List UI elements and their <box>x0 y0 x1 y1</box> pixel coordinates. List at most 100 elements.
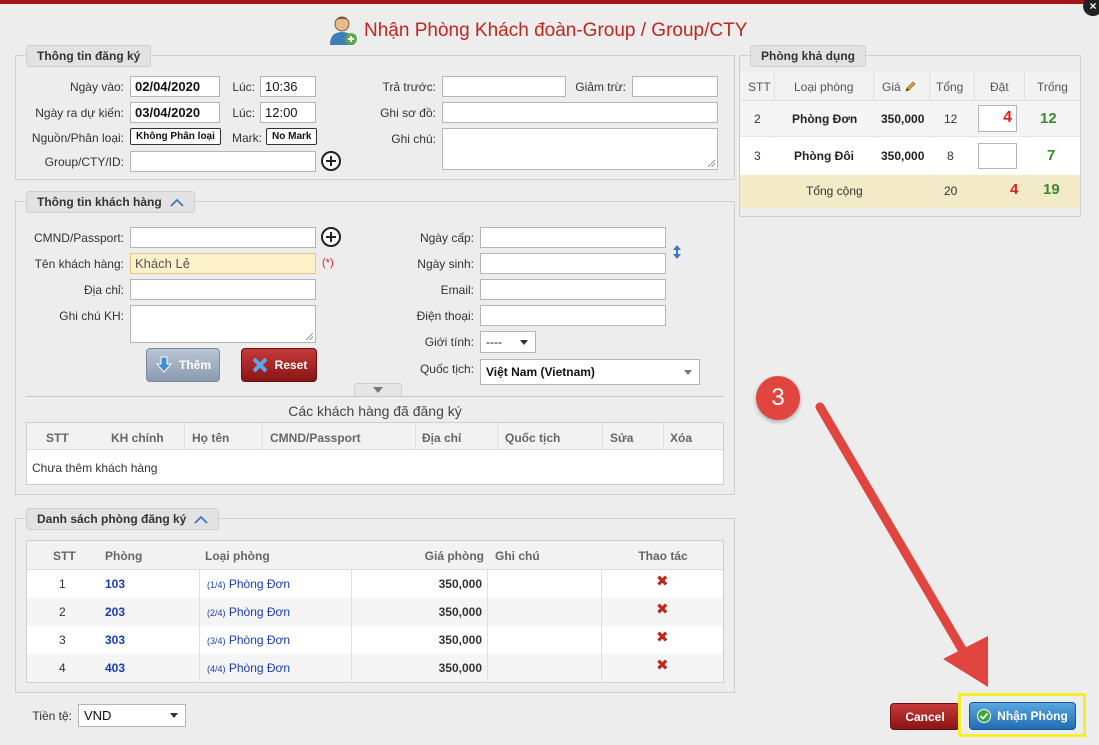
room-total: 12 <box>944 112 958 126</box>
chevron-up-icon <box>170 198 184 207</box>
phone-label: Điện thoại: <box>416 309 474 323</box>
birth-label: Ngày sinh: <box>417 257 474 271</box>
note-textarea[interactable] <box>442 128 718 170</box>
email-input[interactable] <box>480 279 666 300</box>
email-label: Email: <box>440 283 474 297</box>
col-header: Giá phòng <box>424 549 484 563</box>
room-free: 7 <box>1047 147 1056 164</box>
col-header: Loại phòng <box>794 80 854 94</box>
id-label: CMND/Passport: <box>33 231 124 245</box>
room-number-link[interactable]: 103 <box>105 577 125 591</box>
mark-tag[interactable]: No Mark <box>266 128 318 145</box>
caret-down-icon <box>373 387 383 393</box>
close-icon[interactable]: × <box>1083 0 1099 16</box>
col-header: STT <box>46 431 69 445</box>
col-header: Xóa <box>670 431 693 445</box>
room-total: 8 <box>947 149 954 163</box>
collapse-tab[interactable] <box>354 383 402 396</box>
checkout-time-input[interactable]: 12:00 <box>260 102 316 123</box>
row-stt: 4 <box>59 661 66 675</box>
row-stt: 3 <box>754 149 761 163</box>
column-divider <box>487 570 488 684</box>
issue-date-input[interactable] <box>480 227 666 248</box>
delete-icon[interactable]: ✖ <box>656 628 669 646</box>
registered-guests-table: STT KH chính Họ tên CMND/Passport Địa ch… <box>26 422 724 485</box>
room-number-link[interactable]: 403 <box>105 661 125 675</box>
room-price: 350,000 <box>438 577 482 591</box>
col-header: Quốc tịch <box>505 431 561 445</box>
delete-icon[interactable]: ✖ <box>656 600 669 618</box>
room-price: 350,000 <box>438 661 482 675</box>
booked-input[interactable]: 4 <box>978 105 1017 132</box>
expand-arrows-icon[interactable] <box>673 245 681 259</box>
add-arrow-icon <box>155 356 173 373</box>
phone-input[interactable] <box>480 305 666 326</box>
edit-pencil-icon[interactable] <box>904 81 916 93</box>
col-header: Giá <box>882 80 916 94</box>
caret-down-icon <box>170 713 178 718</box>
prepaid-input[interactable] <box>442 76 566 97</box>
dialog-title: Nhận Phòng Khách đoàn-Group / Group/CTY <box>328 14 747 48</box>
customer-legend[interactable]: Thông tin khách hàng <box>26 191 195 213</box>
table-row[interactable] <box>27 598 723 626</box>
room-type-cell[interactable]: (3/4) Phòng Đơn <box>207 633 290 647</box>
room-list-legend[interactable]: Danh sách phòng đăng ký <box>26 508 220 530</box>
birth-input[interactable] <box>480 253 666 274</box>
reset-button[interactable]: Reset <box>241 348 317 382</box>
gender-select[interactable]: ---- <box>480 331 536 353</box>
add-button[interactable]: Thêm <box>146 348 220 382</box>
table-row[interactable] <box>27 654 723 682</box>
checkin-button[interactable]: Nhận Phòng <box>969 702 1076 730</box>
col-header: Địa chỉ <box>422 431 462 445</box>
table-row[interactable] <box>27 626 723 654</box>
room-number-link[interactable]: 303 <box>105 633 125 647</box>
room-type-cell[interactable]: (1/4) Phòng Đơn <box>207 577 290 591</box>
available-rooms-legend: Phòng khả dụng <box>750 45 866 67</box>
room-type-cell[interactable]: (2/4) Phòng Đơn <box>207 605 290 619</box>
checkin-time-input[interactable]: 10:36 <box>260 76 316 97</box>
delete-icon[interactable]: ✖ <box>656 656 669 674</box>
group-input[interactable] <box>130 151 316 172</box>
column-divider <box>262 423 263 450</box>
currency-select[interactable]: VND <box>78 704 186 727</box>
cancel-button[interactable]: Cancel <box>890 703 960 730</box>
caret-down-icon <box>520 340 528 345</box>
map-note-label: Ghi sơ đồ: <box>380 106 436 120</box>
column-divider <box>415 423 416 450</box>
checkin-date-input[interactable]: 02/04/2020 <box>130 76 220 97</box>
address-input[interactable] <box>130 279 316 300</box>
customer-name-input[interactable]: Khách Lẻ <box>130 253 316 274</box>
required-mark: (*) <box>322 257 334 269</box>
column-divider <box>601 570 602 684</box>
checkout-date-input[interactable]: 03/04/2020 <box>130 102 220 123</box>
col-header: Ghi chú <box>495 549 540 563</box>
col-header: Tổng <box>936 80 964 94</box>
issue-date-label: Ngày cấp: <box>419 231 474 245</box>
col-header: Đặt <box>990 80 1009 94</box>
checkout-time-label: Lúc: <box>232 106 255 120</box>
delete-icon[interactable]: ✖ <box>656 572 669 590</box>
customer-note-textarea[interactable] <box>130 305 316 343</box>
col-header: Thao tác <box>638 549 688 563</box>
col-header: Sửa <box>610 431 634 445</box>
room-free: 12 <box>1040 110 1057 127</box>
map-note-input[interactable] <box>442 102 718 123</box>
nationality-select[interactable]: Việt Nam (Vietnam) <box>480 359 700 385</box>
room-type-cell[interactable]: (4/4) Phòng Đơn <box>207 661 290 675</box>
add-customer-icon[interactable] <box>321 227 341 247</box>
room-number-link[interactable]: 203 <box>105 605 125 619</box>
user-add-icon <box>330 16 357 45</box>
table-row[interactable] <box>27 570 723 598</box>
checkin-time-label: Lúc: <box>232 80 255 94</box>
room-list-table: STT Phòng Loại phòng Giá phòng Ghi chú T… <box>26 540 724 684</box>
discount-input[interactable] <box>632 76 718 97</box>
room-type-name: Phòng Đơn <box>792 112 858 126</box>
source-tag[interactable]: Không Phân loại <box>130 128 221 145</box>
col-header: Phòng <box>105 549 143 563</box>
add-group-icon[interactable] <box>321 151 341 171</box>
room-price: 350,000 <box>881 112 925 126</box>
address-label: Địa chỉ: <box>83 283 124 297</box>
booked-input[interactable] <box>978 143 1017 169</box>
row-stt: 2 <box>59 605 66 619</box>
id-input[interactable] <box>130 227 316 248</box>
